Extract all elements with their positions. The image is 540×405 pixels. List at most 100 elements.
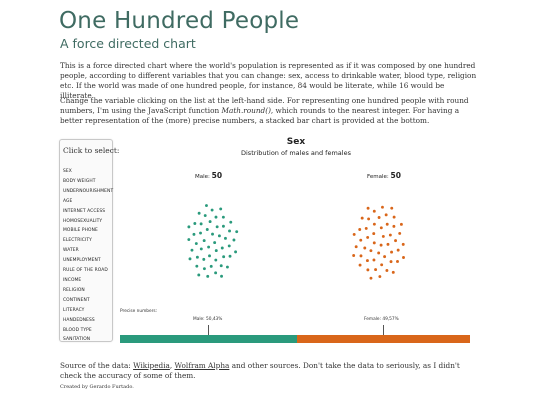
variable-selector: Click to select: SEX BODY WEIGHT UNDERNOUR… [59,139,119,345]
variable-item-undernourishment[interactable]: UNDERNOURISHMENT [63,187,113,197]
male-person-icon [213,136,218,219]
female-person-icon [389,136,394,210]
variable-item-mobile-phone[interactable]: MOBILE PHONE [63,226,113,236]
female-person-icon [371,136,376,214]
female-person-icon [364,136,369,263]
female-person-icon [359,136,364,220]
female-person-icon [363,136,368,231]
people-chart: Sex Distribution of males and females Ma… [118,136,474,346]
male-person-icon [193,136,198,246]
male-person-icon [213,136,218,253]
variable-item-sanitation[interactable]: SANITATION [63,335,113,345]
female-person-icon [394,136,399,264]
male-person-icon [220,136,225,219]
male-person-icon [196,136,201,216]
female-person-icon [390,136,395,275]
male-person-icon [204,136,209,232]
variable-item-unemployment[interactable]: UNEMPLOYMENT [63,256,113,266]
wikipedia-link[interactable]: Wikipedia [133,361,170,370]
male-person-icon [206,136,211,249]
female-person-icon [351,136,356,237]
male-person-icon [234,136,239,234]
male-bar-tick [208,325,210,335]
male-person-icon [218,136,223,211]
female-person-icon [365,136,370,211]
variable-item-age[interactable]: AGE [63,197,113,207]
variable-item-water[interactable]: WATER [63,246,113,256]
female-person-icon [371,136,376,245]
male-person-icon [201,136,206,243]
selector-heading: Click to select: [63,146,120,155]
source-note: Source of the data: Wikipedia, Wolfram A… [60,361,480,381]
female-person-icon [351,136,356,258]
variable-item-religion[interactable]: RELIGION [63,286,113,296]
female-person-icon [378,136,383,230]
female-percent-label: Female: 49,57% [364,317,399,322]
variable-item-continent[interactable]: CONTINENT [63,296,113,306]
variable-item-income[interactable]: INCOME [63,276,113,286]
variable-item-electricity[interactable]: ELECTRICITY [63,236,113,246]
male-person-icon [209,136,214,212]
wolfram-alpha-link[interactable]: Wolfram Alpha [175,361,230,370]
female-person-icon [365,136,370,240]
variable-item-literacy[interactable]: LITERACY [63,306,113,316]
male-person-icon [220,136,225,229]
female-bar-tick [383,325,385,335]
male-person-icon [208,136,213,269]
male-person-icon [194,136,199,268]
variable-item-homosexuality[interactable]: HOMOSEXUALITY [63,217,113,227]
variable-item-handedness[interactable]: HANDEDNESS [63,316,113,326]
female-person-icon [387,136,392,237]
male-person-icon [219,136,224,250]
male-person-icon [233,136,238,254]
variable-item-internet-access[interactable]: INTERNET ACCESS [63,207,113,217]
source-text-start: Source of the data: [60,361,134,370]
female-person-icon [378,136,383,247]
variable-list: SEX BODY WEIGHT UNDERNOURISHMENT AGE INTERNE… [63,167,113,345]
female-person-icon [371,136,376,236]
male-person-icon [224,136,229,269]
male-bar-segment [120,335,297,343]
people-plot [186,136,405,280]
male-person-icon [187,136,192,261]
variable-item-sex[interactable]: SEX [63,167,113,177]
female-person-icon [362,136,367,250]
female-person-icon [384,136,389,227]
male-person-icon [212,136,217,245]
female-person-icon [382,136,387,259]
female-person-icon [384,136,389,273]
male-person-icon [213,136,218,275]
male-person-icon [221,136,226,259]
female-person-icon [377,136,382,279]
variable-item-body-weight[interactable]: BODY WEIGHT [63,177,113,187]
male-person-icon [186,136,191,229]
male-person-icon [216,136,221,238]
male-person-icon [198,136,202,235]
male-person-icon [227,136,232,259]
credit-line: Created by Gerardo Furtado. [60,384,134,390]
variable-item-blood-type[interactable]: BLOOD TYPE [63,326,113,336]
male-person-icon [227,136,231,233]
intro-paragraph: This is a force directed chart where the… [60,61,477,100]
female-person-icon [383,136,388,217]
female-person-icon [391,136,396,229]
variable-item-rule-of-the-road[interactable]: RULE OF THE ROAD [63,266,113,276]
male-person-icon [192,136,197,226]
male-person-icon [203,136,208,208]
female-person-icon [398,136,403,227]
instructions-paragraph: Change the variable clicking on the list… [60,96,480,126]
male-person-icon [201,136,206,271]
female-person-icon [368,136,373,253]
female-person-icon [379,136,384,267]
female-person-icon [365,136,370,272]
male-person-icon [201,136,206,262]
female-person-icon [373,136,378,272]
page-title: One Hundred People [59,8,300,34]
female-bar-segment [296,335,470,343]
male-person-icon [231,136,236,242]
male-person-icon [194,136,199,259]
male-person-icon [228,136,233,224]
male-person-icon [191,136,196,237]
female-person-icon [376,136,381,220]
stacked-bar [120,335,470,343]
